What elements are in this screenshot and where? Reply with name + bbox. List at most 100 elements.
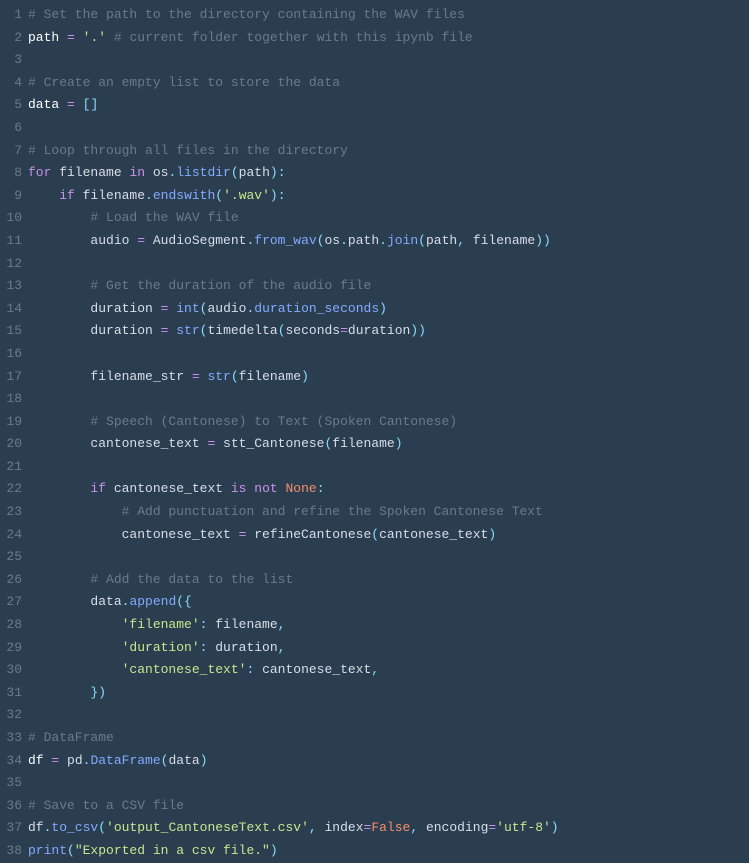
line-number: 37 xyxy=(0,817,22,840)
line-number: 27 xyxy=(0,591,22,614)
line-number: 31 xyxy=(0,682,22,705)
token: # DataFrame xyxy=(28,730,114,745)
code-line[interactable]: 'cantonese_text': cantonese_text, xyxy=(28,659,749,682)
token: ) xyxy=(301,369,309,384)
token: DataFrame xyxy=(90,753,160,768)
token: audio xyxy=(28,233,137,248)
line-number: 9 xyxy=(0,185,22,208)
token: in xyxy=(129,165,145,180)
code-line[interactable]: }) xyxy=(28,682,749,705)
token: cantonese_text xyxy=(254,662,371,677)
token: cantonese_text xyxy=(28,527,239,542)
code-line[interactable] xyxy=(28,456,749,479)
token: ( xyxy=(278,323,286,338)
line-number: 8 xyxy=(0,162,22,185)
token: ) xyxy=(200,753,208,768)
code-line[interactable] xyxy=(28,704,749,727)
token xyxy=(28,481,90,496)
token: , xyxy=(278,640,286,655)
token: # Add punctuation and refine the Spoken … xyxy=(122,504,543,519)
token: ): xyxy=(270,165,286,180)
token: # Create an empty list to store the data xyxy=(28,75,340,90)
token: print xyxy=(28,843,67,858)
code-line[interactable]: # Add the data to the list xyxy=(28,569,749,592)
token xyxy=(75,97,83,112)
token: False xyxy=(371,820,410,835)
code-line[interactable]: # Get the duration of the audio file xyxy=(28,275,749,298)
code-line[interactable]: # Loop through all files in the director… xyxy=(28,140,749,163)
token: 'cantonese_text' xyxy=(122,662,247,677)
line-number: 25 xyxy=(0,546,22,569)
token: ( xyxy=(371,527,379,542)
code-line[interactable]: if cantonese_text is not None: xyxy=(28,478,749,501)
token: duration xyxy=(28,323,161,338)
line-number: 30 xyxy=(0,659,22,682)
code-line[interactable]: # Add punctuation and refine the Spoken … xyxy=(28,501,749,524)
line-number: 10 xyxy=(0,207,22,230)
code-line[interactable]: # Load the WAV file xyxy=(28,207,749,230)
code-line[interactable]: # DataFrame xyxy=(28,727,749,750)
token xyxy=(28,640,122,655)
code-line[interactable]: data.append({ xyxy=(28,591,749,614)
token: # Save to a CSV file xyxy=(28,798,184,813)
code-line[interactable]: path = '.' # current folder together wit… xyxy=(28,27,749,50)
token: = xyxy=(137,233,145,248)
code-line[interactable]: duration = int(audio.duration_seconds) xyxy=(28,298,749,321)
token: # Get the duration of the audio file xyxy=(90,278,371,293)
token: duration xyxy=(207,640,277,655)
code-line[interactable]: audio = AudioSegment.from_wav(os.path.jo… xyxy=(28,230,749,253)
code-line[interactable]: data = [] xyxy=(28,94,749,117)
code-line[interactable]: print("Exported in a csv file.") xyxy=(28,840,749,863)
token: )) xyxy=(410,323,426,338)
token: timedelta xyxy=(207,323,277,338)
code-line[interactable] xyxy=(28,117,749,140)
code-line[interactable] xyxy=(28,49,749,72)
code-line[interactable]: if filename.endswith('.wav'): xyxy=(28,185,749,208)
token xyxy=(106,30,114,45)
line-number: 4 xyxy=(0,72,22,95)
token: filename xyxy=(332,436,394,451)
token: AudioSegment xyxy=(145,233,246,248)
token xyxy=(28,572,90,587)
code-line[interactable]: # Create an empty list to store the data xyxy=(28,72,749,95)
token: to_csv xyxy=(51,820,98,835)
token: , xyxy=(410,820,418,835)
code-line[interactable]: for filename in os.listdir(path): xyxy=(28,162,749,185)
code-line[interactable]: duration = str(timedelta(seconds=duratio… xyxy=(28,320,749,343)
token: = xyxy=(67,97,75,112)
code-line[interactable] xyxy=(28,253,749,276)
token: os xyxy=(145,165,168,180)
token: )) xyxy=(535,233,551,248)
line-number: 12 xyxy=(0,253,22,276)
line-number: 34 xyxy=(0,750,22,773)
code-line[interactable] xyxy=(28,546,749,569)
code-line[interactable]: # Speech (Cantonese) to Text (Spoken Can… xyxy=(28,411,749,434)
code-line[interactable] xyxy=(28,343,749,366)
code-line[interactable]: df.to_csv('output_CantoneseText.csv', in… xyxy=(28,817,749,840)
token: duration xyxy=(348,323,410,338)
code-line[interactable] xyxy=(28,772,749,795)
code-line[interactable]: filename_str = str(filename) xyxy=(28,366,749,389)
code-line[interactable]: 'duration': duration, xyxy=(28,637,749,660)
line-number: 13 xyxy=(0,275,22,298)
token: df xyxy=(28,753,44,768)
token: pd xyxy=(59,753,82,768)
token: filename xyxy=(51,165,129,180)
code-line[interactable] xyxy=(28,388,749,411)
code-line[interactable]: # Save to a CSV file xyxy=(28,795,749,818)
code-line[interactable]: cantonese_text = refineCantonese(cantone… xyxy=(28,524,749,547)
code-line[interactable]: cantonese_text = stt_Cantonese(filename) xyxy=(28,433,749,456)
code-line[interactable]: df = pd.DataFrame(data) xyxy=(28,750,749,773)
line-number: 14 xyxy=(0,298,22,321)
line-number: 29 xyxy=(0,637,22,660)
code-content[interactable]: # Set the path to the directory containi… xyxy=(28,4,749,863)
code-line[interactable]: 'filename': filename, xyxy=(28,614,749,637)
token: filename xyxy=(207,617,277,632)
token: path xyxy=(28,30,59,45)
token: df xyxy=(28,820,44,835)
code-line[interactable]: # Set the path to the directory containi… xyxy=(28,4,749,27)
token: ) xyxy=(379,301,387,316)
token: 'utf-8' xyxy=(496,820,551,835)
token: os xyxy=(325,233,341,248)
token: , xyxy=(371,662,379,677)
